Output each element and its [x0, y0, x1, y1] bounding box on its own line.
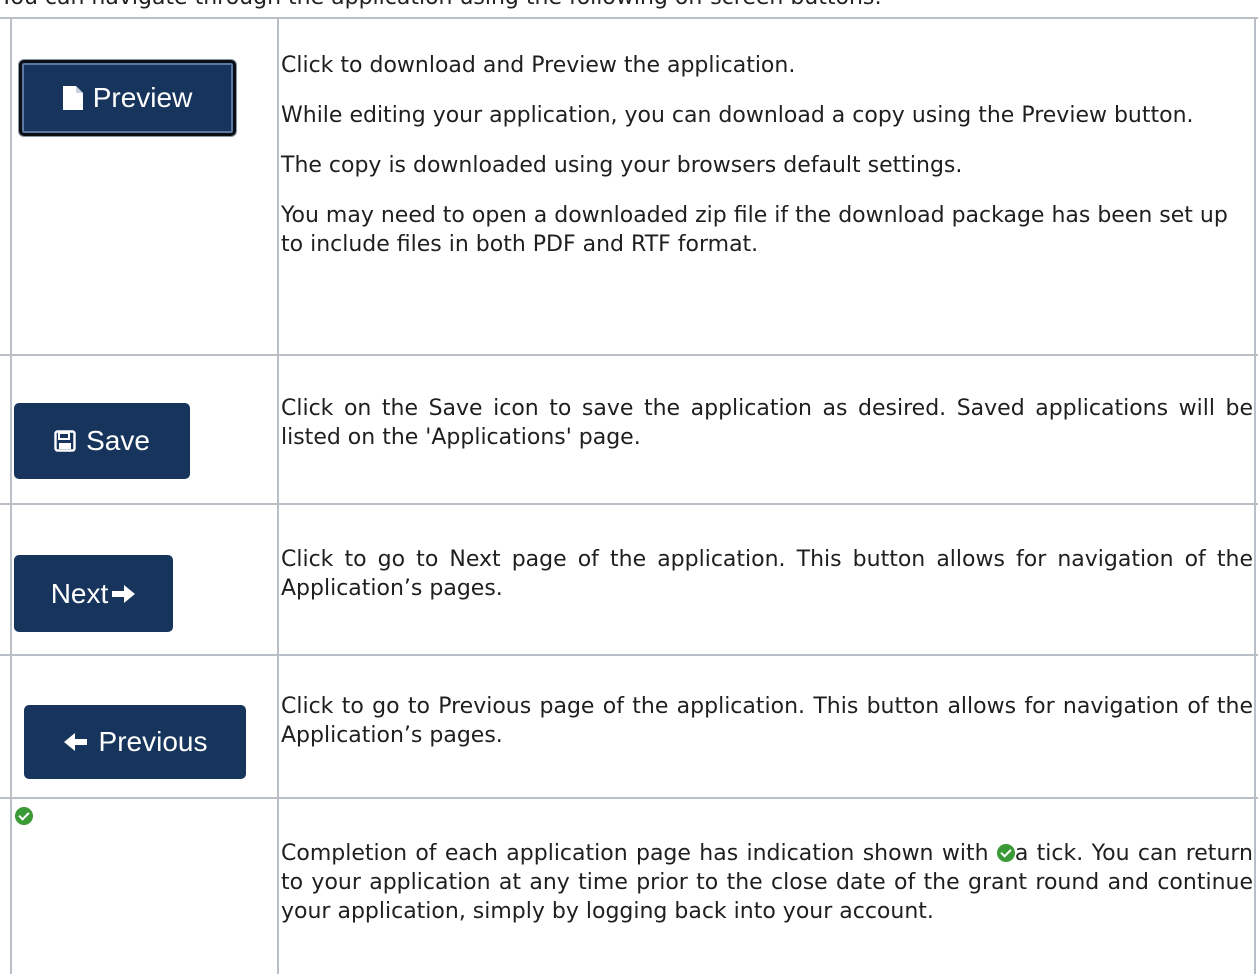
next-button[interactable]: Next [14, 555, 173, 632]
preview-button-label: Preview [92, 82, 193, 113]
completion-text-start: Completion of each application page has … [281, 841, 997, 866]
save-button-label: Save [86, 425, 150, 456]
description-paragraph: Completion of each application page has … [281, 839, 1253, 926]
table-row-divider [0, 503, 1258, 505]
save-description: Click on the Save icon to save the appli… [281, 394, 1253, 452]
green-tick-icon [15, 807, 33, 825]
preview-button[interactable]: Preview [19, 60, 236, 136]
previous-button-label: Previous [98, 726, 208, 757]
save-button[interactable]: Save [14, 403, 190, 479]
description-paragraph: Click to go to Next page of the applicat… [281, 547, 1253, 601]
previous-button[interactable]: Previous [24, 705, 246, 779]
description-paragraph: You may need to open a downloaded zip fi… [281, 203, 1228, 257]
document-icon [62, 86, 83, 110]
floppy-disk-icon [54, 430, 76, 452]
next-button-label: Next [50, 577, 109, 609]
inline-tick-icon [996, 844, 1015, 862]
preview-description: Click to download and Preview the applic… [281, 51, 1253, 259]
previous-description: Click to go to Previous page of the appl… [281, 692, 1253, 750]
completion-description: Completion of each application page has … [281, 839, 1253, 926]
table-column-divider [277, 17, 279, 974]
description-paragraph: Click on the Save icon to save the appli… [281, 396, 1253, 450]
description-paragraph: Click to download and Preview the applic… [281, 53, 796, 78]
arrow-left-icon [63, 731, 89, 753]
table-border-right [1254, 17, 1256, 974]
next-description: Click to go to Next page of the applicat… [281, 545, 1253, 603]
table-row-divider [0, 354, 1258, 356]
description-paragraph: Click to go to Previous page of the appl… [281, 694, 1253, 748]
table-row-divider [0, 797, 1258, 799]
table-border-left [10, 17, 12, 974]
description-paragraph: The copy is downloaded using your browse… [281, 153, 963, 178]
arrow-right-icon [110, 583, 136, 605]
table-row-divider [0, 654, 1258, 656]
description-paragraph: While editing your application, you can … [281, 103, 1194, 128]
table-border-top [0, 17, 1258, 19]
